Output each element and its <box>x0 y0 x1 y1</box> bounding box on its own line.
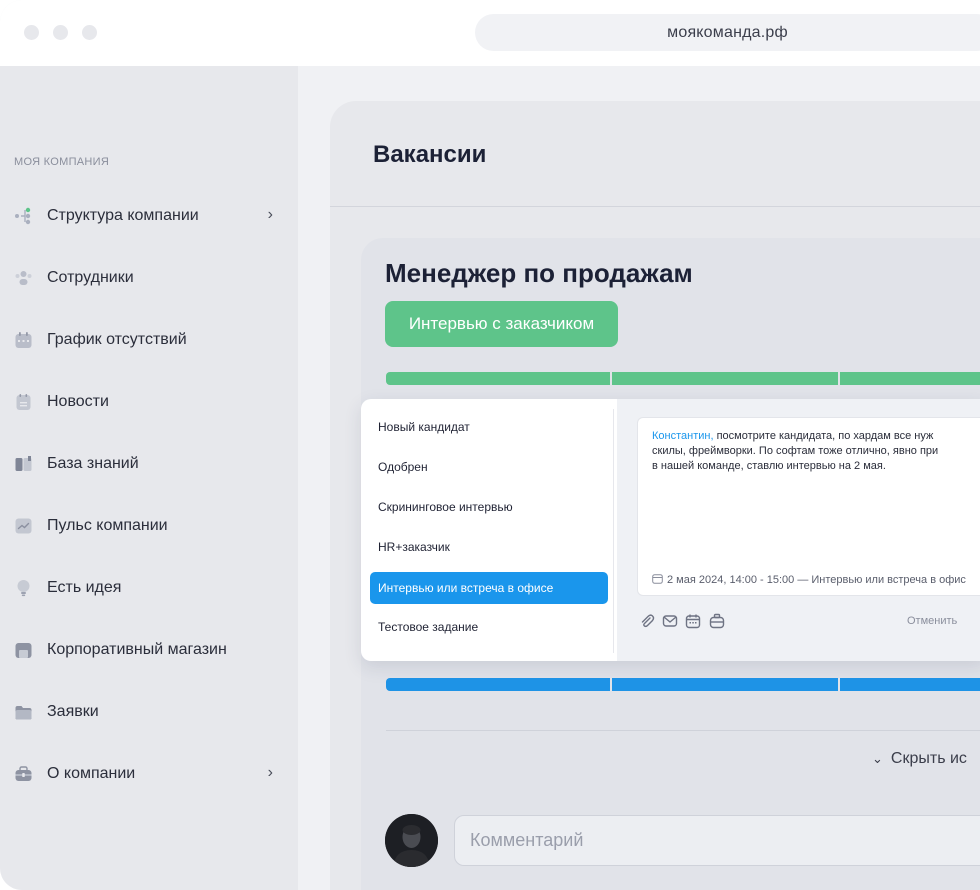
segment-divider <box>838 678 840 691</box>
address-url: моякоманда.рф <box>667 24 788 41</box>
sidebar-item-label: Новости <box>47 393 109 410</box>
employees-icon <box>15 271 32 285</box>
note-line: скилы, фреймворки. По софтам тоже отличн… <box>652 445 939 457</box>
event-text: 2 мая 2024, 14:00 - 15:00 — Интервью или… <box>667 574 966 586</box>
sidebar-item-structure[interactable]: Структура компании › <box>14 201 289 231</box>
address-bar[interactable]: моякоманда.рф <box>475 14 980 51</box>
calendar-icon <box>15 332 32 348</box>
sidebar-item-shop[interactable]: Корпоративный магазин <box>14 635 289 665</box>
calendar-icon[interactable] <box>685 613 701 629</box>
briefcase-icon[interactable] <box>709 613 725 629</box>
sidebar-item-absence[interactable]: График отсутствий <box>14 325 289 355</box>
sidebar-item-label: Пульс компании <box>47 517 168 534</box>
note-line: посмотрите кандидата, по хардам все нуж <box>713 430 934 442</box>
user-mention[interactable]: Константин, <box>652 430 714 442</box>
segment-divider <box>610 678 612 691</box>
segment-divider <box>610 372 612 385</box>
sidebar-item-requests[interactable]: Заявки <box>14 697 289 727</box>
sidebar-item-about[interactable]: О компании › <box>14 759 289 789</box>
note-text: Константин, посмотрите кандидата, по хар… <box>652 429 980 474</box>
window-maximize-dot[interactable] <box>82 25 97 40</box>
sidebar-item-pulse[interactable]: Пульс компании <box>14 511 289 541</box>
sidebar-item-label: График отсутствий <box>47 331 187 348</box>
window-close-dot[interactable] <box>24 25 39 40</box>
stage-option-office-interview[interactable]: Интервью или встреча в офисе <box>370 572 608 604</box>
pipeline-progress-bar[interactable] <box>386 678 980 691</box>
browser-toolbar: моякоманда.рф <box>0 0 980 66</box>
news-icon <box>16 394 31 410</box>
sidebar-item-label: База знаний <box>47 455 139 472</box>
sidebar-item-label: Заявки <box>47 703 99 720</box>
stage-option-new[interactable]: Новый кандидат <box>370 411 608 443</box>
pulse-icon <box>15 518 32 534</box>
stage-badge[interactable]: Интервью с заказчиком <box>385 301 618 347</box>
segment-divider <box>838 372 840 385</box>
avatar[interactable] <box>385 814 438 867</box>
stage-list: Новый кандидат Одобрен Скрининговое инте… <box>361 399 614 661</box>
chevron-right-icon: › <box>267 764 273 781</box>
lightbulb-icon <box>17 580 30 597</box>
hide-history-toggle[interactable]: ⌄ Скрыть ис <box>872 750 967 768</box>
divider <box>613 409 614 653</box>
browser-window: моякоманда.рф МОЯ КОМПАНИЯ Структура ком… <box>0 0 980 890</box>
stage-note-pane: Константин, посмотрите кандидата, по хар… <box>617 399 980 661</box>
stage-progress-bar[interactable] <box>386 372 980 385</box>
user-photo <box>385 814 438 867</box>
sidebar-item-label: Есть идея <box>47 579 122 596</box>
stage-option-hr-client[interactable]: HR+заказчик <box>370 531 608 563</box>
window-minimize-dot[interactable] <box>53 25 68 40</box>
vacancy-title: Менеджер по продажам <box>385 258 693 288</box>
stage-option-screening[interactable]: Скрининговое интервью <box>370 491 608 523</box>
sidebar-item-label: Структура компании <box>47 207 199 224</box>
org-structure-icon <box>15 207 31 225</box>
sidebar-section-label: МОЯ КОМПАНИЯ <box>14 156 110 168</box>
note-textarea[interactable]: Константин, посмотрите кандидата, по хар… <box>637 417 980 596</box>
chevron-right-icon: › <box>267 206 273 223</box>
sidebar-item-employees[interactable]: Сотрудники <box>14 263 289 293</box>
sidebar-item-news[interactable]: Новости <box>14 387 289 417</box>
sidebar: МОЯ КОМПАНИЯ Структура компании › Сотруд… <box>0 66 298 890</box>
divider <box>386 730 980 731</box>
divider <box>330 206 980 207</box>
book-icon <box>15 456 32 471</box>
page-title: Вакансии <box>373 141 487 168</box>
mail-icon[interactable] <box>662 613 678 629</box>
comment-input[interactable]: Комментарий <box>454 815 980 866</box>
briefcase-icon <box>15 766 32 781</box>
stage-option-test-task[interactable]: Тестовое задание <box>370 611 608 643</box>
hide-history-label: Скрыть ис <box>890 750 967 767</box>
sidebar-item-label: О компании <box>47 765 136 782</box>
sidebar-item-label: Сотрудники <box>47 269 134 286</box>
cancel-button[interactable]: Отменить <box>907 615 957 627</box>
shop-icon <box>15 643 32 658</box>
sidebar-item-knowledge[interactable]: База знаний <box>14 449 289 479</box>
note-line: в нашей команде, ставлю интервью на 2 ма… <box>652 460 886 472</box>
paperclip-icon[interactable] <box>639 613 655 629</box>
chevron-down-icon: ⌄ <box>872 751 883 766</box>
sidebar-item-idea[interactable]: Есть идея <box>14 573 289 603</box>
event-line: 2 мая 2024, 14:00 - 15:00 — Интервью или… <box>652 573 966 586</box>
calendar-icon <box>652 574 663 584</box>
stage-option-approved[interactable]: Одобрен <box>370 451 608 483</box>
stage-select-popup: Новый кандидат Одобрен Скрининговое инте… <box>361 399 980 661</box>
sidebar-item-label: Корпоративный магазин <box>47 641 227 658</box>
folder-icon <box>15 706 32 720</box>
